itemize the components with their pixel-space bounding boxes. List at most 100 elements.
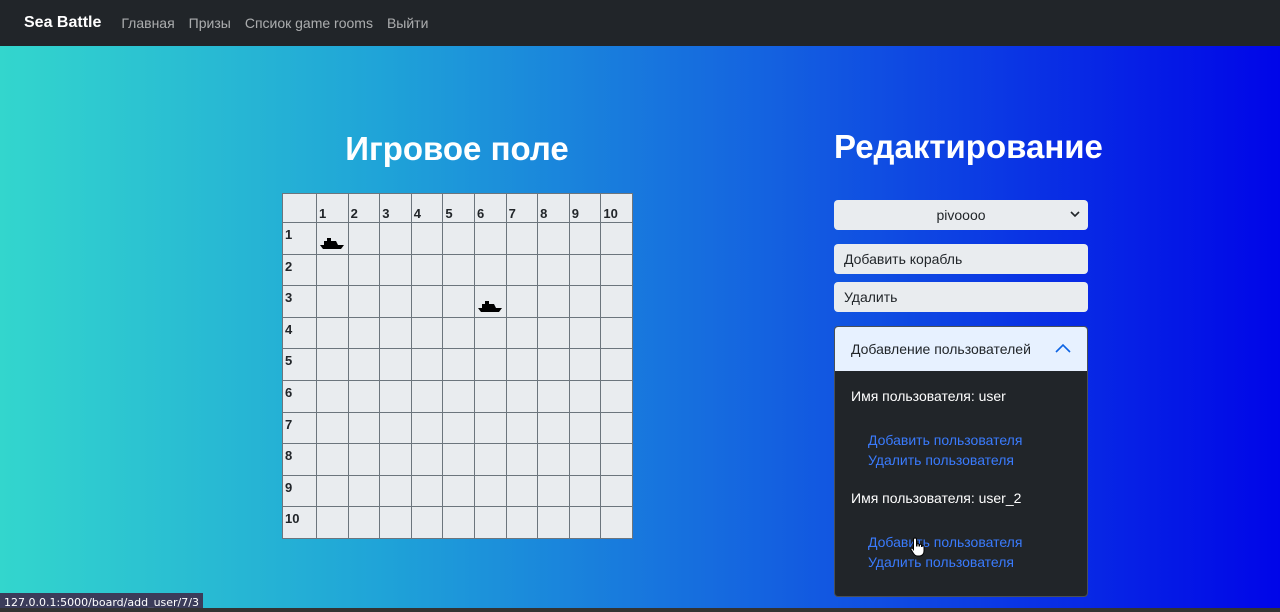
board-cell[interactable]	[379, 285, 412, 318]
board-cell[interactable]	[537, 506, 570, 539]
board-cell[interactable]	[379, 316, 412, 350]
board-cell[interactable]	[600, 222, 633, 255]
board-cell[interactable]	[568, 411, 602, 445]
add-user-link[interactable]: Добавить пользователя	[868, 430, 1087, 450]
board-cell[interactable]	[379, 506, 412, 539]
board-cell[interactable]	[505, 379, 539, 413]
board-cell[interactable]	[537, 411, 570, 445]
board-cell[interactable]	[568, 316, 602, 350]
board-cell[interactable]	[505, 411, 539, 445]
board-cell[interactable]	[379, 379, 412, 413]
board-cell[interactable]	[379, 222, 412, 255]
board-cell[interactable]	[442, 222, 475, 255]
board-cell[interactable]	[379, 253, 412, 287]
board-cell[interactable]	[505, 474, 539, 508]
board-cell[interactable]	[600, 411, 633, 445]
board-cell[interactable]	[473, 379, 507, 413]
board-cell[interactable]	[473, 222, 507, 255]
board-cell[interactable]	[568, 474, 602, 508]
nav-link-game-rooms[interactable]: Спсиок game rooms	[245, 15, 373, 31]
board-cell[interactable]	[347, 316, 381, 350]
board-cell[interactable]	[442, 379, 475, 413]
board-cell[interactable]	[442, 253, 475, 287]
board-cell[interactable]	[347, 443, 381, 476]
board-cell[interactable]	[410, 506, 444, 539]
board-cell[interactable]	[473, 443, 507, 476]
accordion-header[interactable]: Добавление пользователей	[835, 327, 1087, 371]
board-cell[interactable]	[505, 506, 539, 539]
board-cell[interactable]	[600, 253, 633, 287]
board-cell[interactable]	[316, 379, 349, 413]
board-cell[interactable]	[537, 474, 570, 508]
board-cell[interactable]	[347, 253, 381, 287]
board-cell[interactable]	[537, 285, 570, 318]
board-cell[interactable]	[568, 253, 602, 287]
board-cell[interactable]	[505, 285, 539, 318]
board-cell[interactable]	[347, 379, 381, 413]
board-cell[interactable]	[568, 506, 602, 539]
board-cell[interactable]	[410, 222, 444, 255]
board-cell[interactable]	[410, 379, 444, 413]
board-cell[interactable]	[537, 379, 570, 413]
board-cell[interactable]	[442, 443, 475, 476]
board-cell[interactable]	[505, 253, 539, 287]
board-cell[interactable]	[473, 474, 507, 508]
board-cell[interactable]	[316, 474, 349, 508]
board-cell[interactable]	[537, 253, 570, 287]
board-cell[interactable]	[568, 285, 602, 318]
board-cell[interactable]	[347, 506, 381, 539]
board-cell[interactable]	[473, 411, 507, 445]
board-cell[interactable]	[410, 316, 444, 350]
board-cell[interactable]	[442, 316, 475, 350]
board-cell[interactable]	[600, 474, 633, 508]
board-cell[interactable]	[600, 443, 633, 476]
board-cell[interactable]	[600, 285, 633, 318]
board-cell[interactable]	[473, 348, 507, 381]
board-cell[interactable]	[410, 474, 444, 508]
board-cell[interactable]	[410, 285, 444, 318]
board-cell[interactable]	[568, 348, 602, 381]
board-cell[interactable]	[442, 285, 475, 318]
nav-link-prizes[interactable]: Призы	[189, 15, 231, 31]
board-cell[interactable]	[347, 222, 381, 255]
brand-logo[interactable]: Sea Battle	[24, 14, 101, 32]
board-cell[interactable]	[568, 222, 602, 255]
nav-link-logout[interactable]: Выйти	[387, 15, 428, 31]
delete-button[interactable]: Удалить	[834, 282, 1088, 312]
board-cell[interactable]	[316, 285, 349, 318]
board-cell[interactable]	[347, 411, 381, 445]
board-cell[interactable]	[410, 348, 444, 381]
remove-user-link[interactable]: Удалить пользователя	[868, 450, 1087, 470]
board-cell[interactable]	[379, 411, 412, 445]
board-cell[interactable]	[316, 222, 349, 255]
board-cell[interactable]	[505, 316, 539, 350]
board-cell[interactable]	[316, 348, 349, 381]
board-cell[interactable]	[473, 506, 507, 539]
board-cell[interactable]	[568, 443, 602, 476]
board-cell[interactable]	[473, 285, 507, 318]
board-cell[interactable]	[316, 316, 349, 350]
board-cell[interactable]	[347, 474, 381, 508]
board-cell[interactable]	[442, 348, 475, 381]
board-cell[interactable]	[600, 316, 633, 350]
board-cell[interactable]	[379, 443, 412, 476]
board-cell[interactable]	[600, 379, 633, 413]
board-cell[interactable]	[537, 316, 570, 350]
board-cell[interactable]	[410, 411, 444, 445]
board-cell[interactable]	[505, 222, 539, 255]
board-cell[interactable]	[442, 506, 475, 539]
board-cell[interactable]	[347, 285, 381, 318]
board-cell[interactable]	[505, 443, 539, 476]
remove-user-link[interactable]: Удалить пользователя	[868, 552, 1087, 572]
board-cell[interactable]	[473, 253, 507, 287]
board-cell[interactable]	[568, 379, 602, 413]
board-cell[interactable]	[473, 316, 507, 350]
user-select[interactable]: pivoooo	[834, 200, 1088, 230]
board-cell[interactable]	[537, 348, 570, 381]
board-cell[interactable]	[379, 348, 412, 381]
board-cell[interactable]	[379, 474, 412, 508]
board-cell[interactable]	[410, 443, 444, 476]
board-cell[interactable]	[600, 506, 633, 539]
board-cell[interactable]	[316, 443, 349, 476]
nav-link-home[interactable]: Главная	[121, 15, 174, 31]
